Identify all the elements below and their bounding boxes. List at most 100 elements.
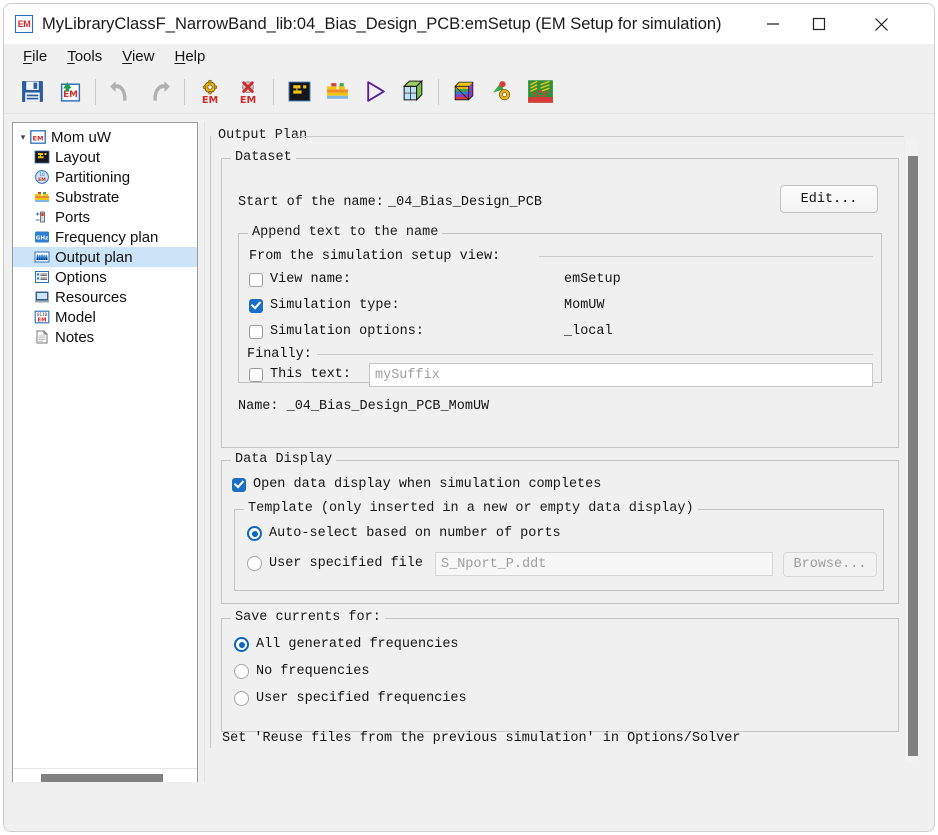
current-view-icon	[527, 80, 553, 103]
chevron-down-icon[interactable]: ▾	[17, 132, 29, 143]
simulate-toolbar-button[interactable]	[359, 76, 391, 108]
main-scroll-thumb[interactable]	[908, 156, 918, 756]
toolbar-separator	[95, 78, 96, 105]
simulation-options-checkbox[interactable]	[249, 324, 263, 339]
this-text-input[interactable]: mySuffix	[369, 363, 873, 387]
auto-select-row[interactable]: Auto-select based on number of ports	[247, 526, 561, 541]
layout-button[interactable]	[283, 76, 315, 108]
em-icon: EM	[29, 129, 46, 146]
em-app-icon: EM	[15, 15, 33, 33]
sidebar-item-ports[interactable]: Ports	[13, 207, 197, 227]
undo-icon	[110, 80, 127, 101]
auto-select-radio[interactable]	[247, 526, 262, 541]
toolbar-separator	[438, 78, 439, 105]
toolbar-separator	[184, 78, 185, 105]
menu-file[interactable]: File	[13, 48, 57, 65]
mesh-options-button[interactable]	[486, 76, 518, 108]
em-setup-window: EM MyLibraryClassF_NarrowBand_lib:04_Bia…	[3, 3, 935, 832]
sidebar-item-output-plan[interactable]: Output plan	[13, 247, 197, 267]
all-frequencies-radio[interactable]	[234, 637, 249, 652]
data-display-group: Data Display Open data display when simu…	[221, 452, 899, 604]
menu-tools[interactable]: Tools	[57, 48, 112, 65]
sidebar-item-label: Layout	[55, 148, 101, 166]
save-user-frequencies-row[interactable]: User specified frequencies	[234, 691, 467, 706]
save-em-setup-button[interactable]: EM	[54, 76, 86, 108]
toolbar-separator	[273, 78, 274, 105]
open-data-display-checkbox[interactable]	[232, 477, 246, 492]
main-vertical-scrollbar[interactable]	[904, 140, 918, 762]
notes-icon	[33, 329, 50, 346]
user-file-placeholder: S_Nport_P.ddt	[441, 556, 547, 572]
append-text-group: Append text to the name From the simulat…	[238, 225, 882, 387]
append-text-legend: Append text to the name	[248, 225, 443, 240]
sidebar-item-label: Resources	[55, 288, 127, 306]
sidebar-item-layout[interactable]: Layout	[13, 147, 197, 167]
minimize-icon	[767, 23, 779, 25]
ports-icon	[33, 209, 50, 226]
sidebar-item-options[interactable]: Options	[13, 267, 197, 287]
tree-root-mom-uw[interactable]: ▾ EM Mom uW	[13, 127, 197, 147]
save-em-setup-icon: EM	[60, 82, 80, 102]
user-file-row[interactable]: User specified file	[247, 556, 423, 571]
substrate-button[interactable]	[321, 76, 353, 108]
this-text-placeholder: mySuffix	[375, 367, 440, 383]
options-icon	[33, 269, 50, 286]
save-no-frequencies-row[interactable]: No frequencies	[234, 664, 369, 679]
visualization-icon	[454, 81, 473, 101]
this-text-checkbox[interactable]	[249, 367, 263, 382]
save-currents-legend: Save currents for:	[231, 610, 385, 625]
layout-icon	[288, 81, 310, 102]
save-button[interactable]	[16, 76, 48, 108]
current-view-button[interactable]	[524, 76, 556, 108]
svg-text:GHz: GHz	[35, 236, 48, 242]
sidebar-item-label: Ports	[55, 208, 91, 226]
view-name-checkbox[interactable]	[249, 272, 263, 287]
minimize-button[interactable]	[750, 4, 796, 44]
edit-button[interactable]: Edit...	[780, 185, 878, 213]
substrate-icon	[33, 189, 50, 206]
tree-root-label: Mom uW	[51, 128, 111, 146]
sidebar-item-substrate[interactable]: Substrate	[13, 187, 197, 207]
setup-tree-panel[interactable]: ▾ EM Mom uW Layout 10 EM Partitioning Su…	[12, 122, 198, 790]
sidebar-item-partitioning[interactable]: 10 EM Partitioning	[13, 167, 197, 187]
output-plan-divider	[296, 136, 904, 137]
redo-button[interactable]	[143, 76, 175, 108]
save-all-frequencies-row[interactable]: All generated frequencies	[234, 637, 459, 652]
maximize-button[interactable]	[796, 4, 842, 44]
3d-view-button[interactable]	[397, 76, 429, 108]
menu-help[interactable]: Help	[164, 48, 215, 65]
em-delete-button[interactable]: EM	[232, 76, 264, 108]
sidebar-item-label: Partitioning	[55, 168, 131, 186]
open-data-display-row[interactable]: Open data display when simulation comple…	[232, 477, 601, 492]
save-icon	[21, 81, 43, 102]
simulation-type-checkbox[interactable]	[249, 298, 263, 313]
user-file-input[interactable]: S_Nport_P.ddt	[435, 552, 773, 576]
close-button[interactable]	[858, 4, 904, 44]
simulation-options-value: _local	[564, 324, 613, 339]
menu-bar: File Tools View Help	[4, 44, 934, 69]
sidebar-item-resources[interactable]: Resources	[13, 287, 197, 307]
browse-button[interactable]: Browse...	[783, 552, 877, 577]
view-name-row[interactable]: View name:	[249, 272, 351, 287]
visualization-button[interactable]	[448, 76, 480, 108]
sidebar-item-frequency-plan[interactable]: GHz Frequency plan	[13, 227, 197, 247]
partitioning-icon: 10 EM	[33, 169, 50, 186]
sidebar-item-model[interactable]: 0110 EM Model	[13, 307, 197, 327]
user-file-radio[interactable]	[247, 556, 262, 571]
svg-text:EM: EM	[37, 317, 46, 323]
all-frequencies-label: All generated frequencies	[256, 637, 459, 652]
menu-view[interactable]: View	[112, 48, 164, 65]
em-options-button[interactable]: EM	[194, 76, 226, 108]
user-frequencies-radio[interactable]	[234, 691, 249, 706]
simulation-options-row[interactable]: Simulation options:	[249, 324, 424, 339]
this-text-row[interactable]: This text:	[249, 367, 351, 382]
view-name-label: View name:	[270, 272, 352, 287]
simulate-icon	[366, 81, 385, 102]
sidebar-item-label: Frequency plan	[55, 228, 159, 246]
no-frequencies-radio[interactable]	[234, 664, 249, 679]
undo-button[interactable]	[105, 76, 137, 108]
simulation-type-row[interactable]: Simulation type:	[249, 298, 400, 313]
template-group: Template (only inserted in a new or empt…	[234, 501, 884, 591]
em-options-icon: EM	[202, 79, 218, 105]
sidebar-item-notes[interactable]: Notes	[13, 327, 197, 347]
